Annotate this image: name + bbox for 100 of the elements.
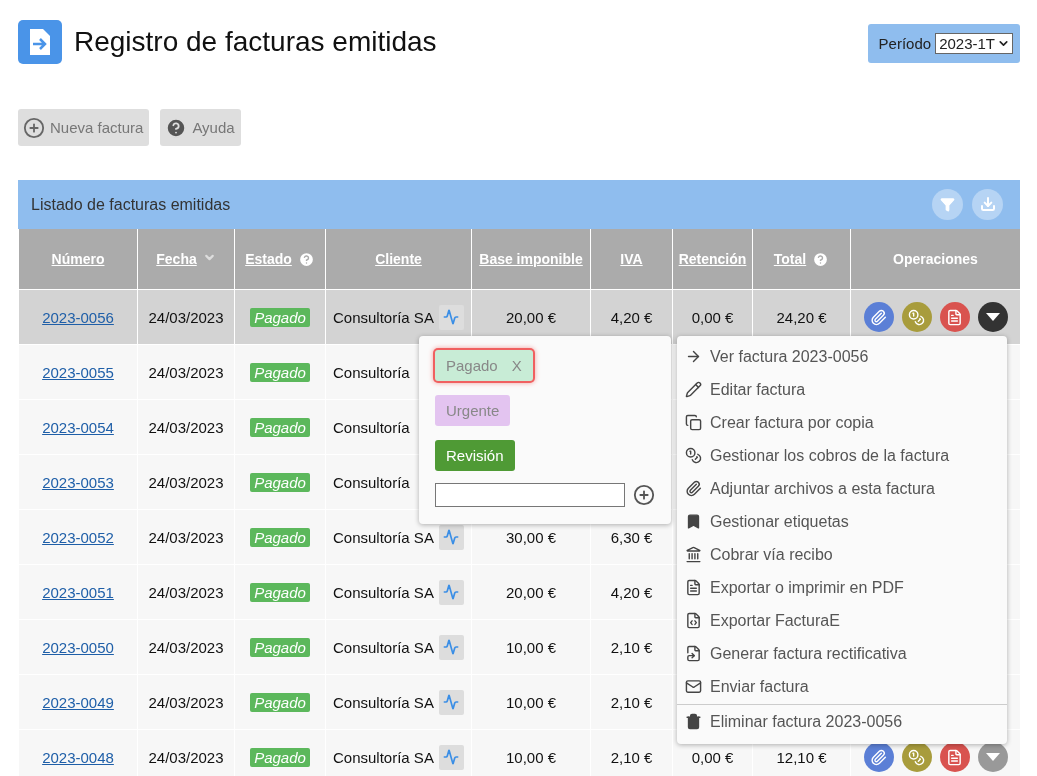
client-name: Consultoría	[333, 473, 410, 491]
client-name: Consultoría SA	[333, 693, 434, 711]
status-badge: Pagado	[250, 637, 310, 657]
plus-icon	[23, 116, 45, 139]
client-name: Consultoría	[333, 363, 410, 381]
amount-text: 2,10 €	[610, 748, 653, 766]
table-cell: 24/03/2023	[137, 509, 235, 565]
paperclip-icon	[685, 480, 702, 497]
trend-chart-icon[interactable]	[438, 689, 464, 715]
invoice-number-link[interactable]: 2023-0056	[42, 308, 114, 326]
table-cell: 24/03/2023	[137, 729, 235, 776]
period-select[interactable]: 2023-1T	[935, 33, 1013, 54]
menu-item[interactable]: Generar factura rectificativa	[677, 637, 1007, 670]
trend-chart-icon[interactable]	[438, 524, 464, 550]
new-tag-field[interactable]	[435, 483, 625, 507]
menu-item[interactable]: Editar factura	[677, 373, 1007, 406]
coins-icon	[685, 447, 702, 464]
amount-text: 12,10 €	[776, 748, 827, 766]
menu-item[interactable]: Gestionar etiquetas	[677, 505, 1007, 538]
status-badge: Pagado	[250, 307, 310, 327]
help-icon[interactable]	[812, 250, 830, 268]
help-button[interactable]: Ayuda	[160, 109, 241, 146]
amount-text: 6,30 €	[610, 528, 653, 546]
menu-item[interactable]: Exportar FacturaE	[677, 604, 1007, 637]
amount-text: 2,10 €	[610, 693, 653, 711]
table-cell: 24/03/2023	[137, 289, 235, 345]
panel-title: Listado de facturas emitidas	[31, 195, 231, 214]
status-badge: Pagado	[250, 362, 310, 382]
amount-text: 2,10 €	[610, 638, 653, 656]
coins-icon[interactable]	[901, 302, 932, 332]
amount-text: 20,00 €	[505, 583, 556, 601]
file-icon	[685, 645, 702, 662]
status-badge: Pagado	[250, 692, 310, 712]
help-icon[interactable]	[297, 250, 315, 268]
trend-chart-icon[interactable]	[438, 634, 464, 660]
dropdown-caret-icon[interactable]	[977, 302, 1008, 332]
column-header: Operaciones	[893, 251, 978, 267]
bookmark-icon	[685, 513, 702, 530]
client-name: Consultoría SA	[333, 583, 434, 601]
menu-item[interactable]: Exportar o imprimir en PDF	[677, 571, 1007, 604]
table-cell: 24/03/2023	[137, 674, 235, 730]
menu-item[interactable]: Eliminar factura 2023-0056	[677, 704, 1007, 738]
client-name: Consultoría	[333, 418, 410, 436]
bank-icon	[685, 546, 702, 563]
table-cell: 24/03/2023	[137, 619, 235, 675]
period-label: Período	[878, 35, 932, 52]
invoice-number-link[interactable]: 2023-0050	[42, 638, 114, 656]
tag[interactable]: Revisión	[435, 440, 515, 471]
invoice-number-link[interactable]: 2023-0052	[42, 528, 114, 546]
invoice-number-link[interactable]: 2023-0053	[42, 473, 114, 491]
client-name: Consultoría SA	[333, 528, 434, 546]
menu-item[interactable]: Crear factura por copia	[677, 406, 1007, 439]
table-cell: 24/03/2023	[137, 399, 235, 455]
trash-icon	[685, 713, 702, 730]
amount-text: 0,00 €	[691, 748, 734, 766]
amount-text: 10,00 €	[505, 638, 556, 656]
menu-item[interactable]: Cobrar vía recibo	[677, 538, 1007, 571]
invoice-number-link[interactable]: 2023-0049	[42, 693, 114, 711]
envelope-icon	[685, 678, 702, 695]
document-icon	[685, 579, 702, 596]
add-tag-icon[interactable]	[633, 484, 655, 506]
arrow-icon	[685, 348, 702, 365]
invoice-number-link[interactable]: 2023-0051	[42, 583, 114, 601]
amount-text: 0,00 €	[691, 308, 734, 326]
client-name: Consultoría SA	[333, 748, 434, 766]
table-cell: 24/03/2023	[137, 454, 235, 510]
code-file-icon	[685, 612, 702, 629]
status-badge: Pagado	[250, 527, 310, 547]
paperclip-icon[interactable]	[863, 302, 894, 332]
menu-item[interactable]: Gestionar los cobros de la factura	[677, 439, 1007, 472]
document-icon[interactable]	[939, 302, 970, 332]
menu-item[interactable]: Ver factura 2023-0056	[677, 340, 1007, 373]
status-badge: Pagado	[250, 417, 310, 437]
status-badge: Pagado	[250, 582, 310, 602]
invoice-number-link[interactable]: 2023-0054	[42, 418, 114, 436]
pencil-icon	[685, 381, 702, 398]
status-badge: Pagado	[250, 472, 310, 492]
menu-item[interactable]: Enviar factura	[677, 670, 1007, 703]
status-badge: Pagado	[250, 747, 310, 767]
new-invoice-button[interactable]: Nueva factura	[18, 109, 150, 146]
table-cell: 24/03/2023	[137, 564, 235, 620]
table-cell: 24/03/2023	[137, 344, 235, 400]
page-title: Registro de facturas emitidas	[74, 26, 437, 58]
amount-text: 24,20 €	[776, 308, 827, 326]
amount-text: 4,20 €	[610, 308, 653, 326]
download-icon[interactable]	[972, 188, 1003, 220]
paperclip-icon[interactable]	[863, 742, 894, 772]
trend-chart-icon[interactable]	[438, 744, 464, 770]
document-icon[interactable]	[939, 742, 970, 772]
trend-chart-icon[interactable]	[438, 304, 464, 330]
filter-icon[interactable]	[932, 189, 963, 221]
coins-icon[interactable]	[901, 742, 932, 772]
trend-chart-icon[interactable]	[438, 579, 464, 605]
amount-text: 30,00 €	[505, 528, 556, 546]
menu-item[interactable]: Adjuntar archivos a esta factura	[677, 472, 1007, 505]
copy-icon	[685, 414, 702, 431]
invoice-logo-icon	[18, 20, 62, 64]
help-icon	[165, 116, 188, 139]
amount-text: 10,00 €	[505, 693, 556, 711]
invoice-number-link[interactable]: 2023-0055	[42, 363, 114, 381]
